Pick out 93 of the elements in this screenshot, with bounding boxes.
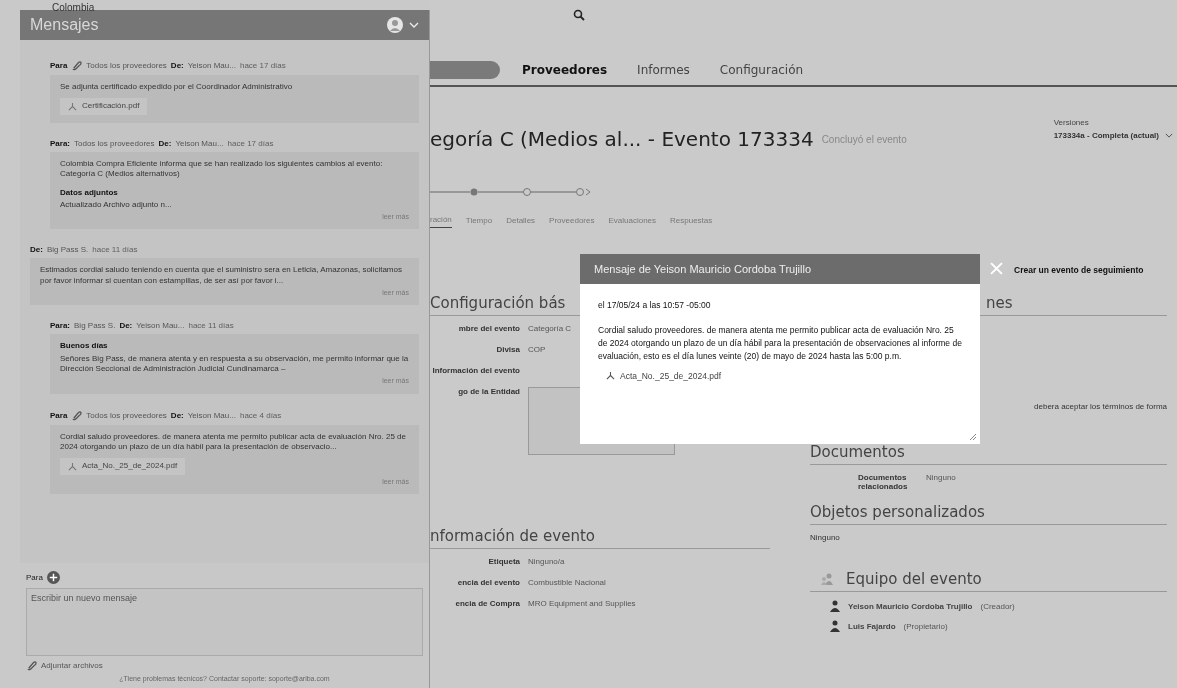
recipient: Big Pass S.	[74, 321, 116, 331]
active-tab-pill[interactable]	[430, 61, 500, 79]
paperclip-icon	[26, 660, 37, 671]
to-label: Para:	[50, 321, 70, 331]
member-role: (Propietario)	[903, 621, 948, 631]
avatar-icon[interactable]	[387, 17, 403, 33]
to-label: Para	[26, 573, 43, 582]
message-input[interactable]: Escribir un nuevo mensaje	[26, 588, 423, 656]
message-text: Colombia Compra Eficiente informa que se han realizado los siguientes cambios al evento: Categoría C (Medios alternativos)	[60, 158, 384, 180]
resize-grip-icon[interactable]	[969, 433, 977, 441]
section-heading: nformación de evento	[430, 527, 770, 549]
event-title: egoría C (Medios al... - Evento 173334	[430, 127, 814, 151]
attachment-link[interactable]: Acta_No._25_de_2024.pdf	[598, 367, 730, 384]
message-text: Cordial saludo proveedores. de manera atenta me permito publicar acta de evaluación Nro. 25 de 2024 otorgando un plazo de un día hábil para la presentación de observaciones al informe de evaluación, esto es el día lunes veinte (20) de mayo de 2024 hasta las 5:00 p.m.	[598, 324, 962, 364]
message-date: el 17/05/24 a las 10:57 -05:00	[598, 300, 712, 310]
chevron-down-icon[interactable]	[409, 22, 419, 28]
attachment-link[interactable]: Certificación.pdf	[60, 98, 148, 115]
member-name: Yeison Mauricio Cordoba Trujillo	[848, 601, 973, 611]
from-label: De:	[158, 138, 172, 148]
section-heading: Objetos personalizados	[810, 503, 1167, 525]
field-value: Ninguno	[810, 533, 841, 542]
brand-name: Colombia	[52, 2, 95, 13]
section-title: Datos adjuntos	[60, 187, 119, 198]
field-value: Categoría C	[528, 324, 572, 333]
team-icon	[820, 572, 834, 586]
field-value: MRO Equipment and Supplies	[528, 599, 636, 608]
field-label: go de la Entidad	[457, 387, 520, 398]
create-follow-up-link[interactable]: Crear un evento de seguimiento	[1008, 258, 1150, 282]
field-label: mbre del evento	[457, 324, 520, 333]
field-value: Ninguno	[926, 473, 956, 484]
versions-label: Versiones	[1053, 118, 1090, 127]
message-text: Cordial saludo proveedores. de manera atenta me permito publicar acta de evaluación Nro. 25 de 2024 otorgando un plazo de un día hábil para la presentación de observacio...	[60, 431, 407, 453]
sender: Yeison Mau...	[187, 410, 236, 420]
message-text: Señores Big Pass, de manera atenta y en respuesta a su observación, me permito informar que la Dirección Seccional de Administración Judicial Cundinamarca –	[60, 353, 409, 375]
section-tab[interactable]: Respuestas	[670, 215, 713, 228]
person-icon	[830, 620, 840, 632]
nav-tab[interactable]: Informes	[629, 63, 698, 77]
field-label: Documentos relacionados	[858, 473, 909, 491]
member-name: Luis Fajardo	[848, 621, 896, 631]
nav-tab[interactable]: Proveedores	[514, 63, 616, 77]
section-heading: Equipo del evento	[846, 570, 982, 588]
attach-files-link[interactable]: Adjuntar archivos	[26, 660, 103, 671]
pdf-icon	[606, 371, 615, 380]
section-tab[interactable]: Evaluaciones	[608, 215, 657, 228]
section-tab[interactable]: Proveedores	[549, 215, 595, 228]
recipient: Todos los proveedores	[86, 410, 167, 420]
sender: Yeison Mau...	[136, 321, 185, 331]
section-tab[interactable]: Tiempo	[465, 215, 493, 228]
field-value: Combustible Nacional	[528, 578, 606, 587]
to-label: Para	[50, 61, 68, 70]
field-label: encia de Compra	[454, 599, 520, 608]
message-text: Se adjunta certificado expedido por el Coordinador Administrativo	[60, 82, 294, 93]
modal-title: Mensaje de Yeison Mauricio Cordoba Trujillo	[594, 263, 812, 275]
chevron-down-icon	[1165, 133, 1173, 138]
field-label: Información del evento	[431, 366, 520, 375]
panel-title: Mensajes	[30, 16, 100, 34]
section-tab[interactable]: ración	[430, 215, 452, 228]
message-time: hace 4 días	[239, 410, 282, 420]
from-label: De:	[170, 410, 184, 420]
version-dropdown[interactable]: 173334a - Completa (actual)	[1053, 131, 1173, 140]
pdf-icon	[68, 462, 77, 472]
member-role: (Creador)	[980, 601, 1015, 611]
sender: Yeison Mau...	[175, 138, 224, 148]
field-value: COP	[528, 345, 546, 354]
sender: Yeison Mau...	[187, 61, 236, 70]
from-label: De:	[30, 245, 43, 255]
field-value: Ninguno/a	[528, 557, 565, 566]
section-text: Actualizado Archivo adjunto n...	[60, 199, 173, 211]
to-label: Para	[50, 410, 68, 420]
message-time: hace 17 días	[227, 138, 274, 148]
sender: Big Pass S.	[46, 245, 89, 255]
from-label: De:	[119, 321, 133, 331]
terms-text: debera aceptar los términos de forma	[1034, 402, 1167, 411]
message-greeting: Buenos días	[60, 341, 109, 352]
pdf-icon	[68, 102, 77, 112]
from-label: De:	[170, 61, 184, 70]
field-label: Etiqueta	[487, 557, 520, 566]
message-time: hace 11 días	[92, 245, 138, 255]
message-text: Estimados cordial saludo teniendo en cuenta que el suministro sera en Leticia, Amazonas, solicitamos por favor informar si cuentan con estampillas, de ser así por favor i...	[40, 265, 403, 287]
person-icon	[830, 600, 840, 612]
recipient: Todos los proveedores	[86, 61, 167, 70]
nav-tab[interactable]: Configuración	[711, 63, 812, 77]
search-icon[interactable]	[573, 9, 585, 21]
add-recipient-icon[interactable]	[46, 571, 60, 584]
attachment-link[interactable]: Acta_No._25_de_2024.pdf	[60, 458, 186, 475]
field-label: Divisa	[495, 345, 520, 354]
to-label: Para:	[50, 138, 70, 148]
section-tab[interactable]: Detalles	[506, 215, 536, 228]
message-time: hace 17 días	[239, 61, 286, 70]
field-label: encia del evento	[456, 578, 520, 587]
event-status: Concluyó el evento	[821, 133, 908, 145]
message-time: hace 11 días	[188, 321, 234, 331]
recipient: Todos los proveedores	[74, 138, 155, 148]
